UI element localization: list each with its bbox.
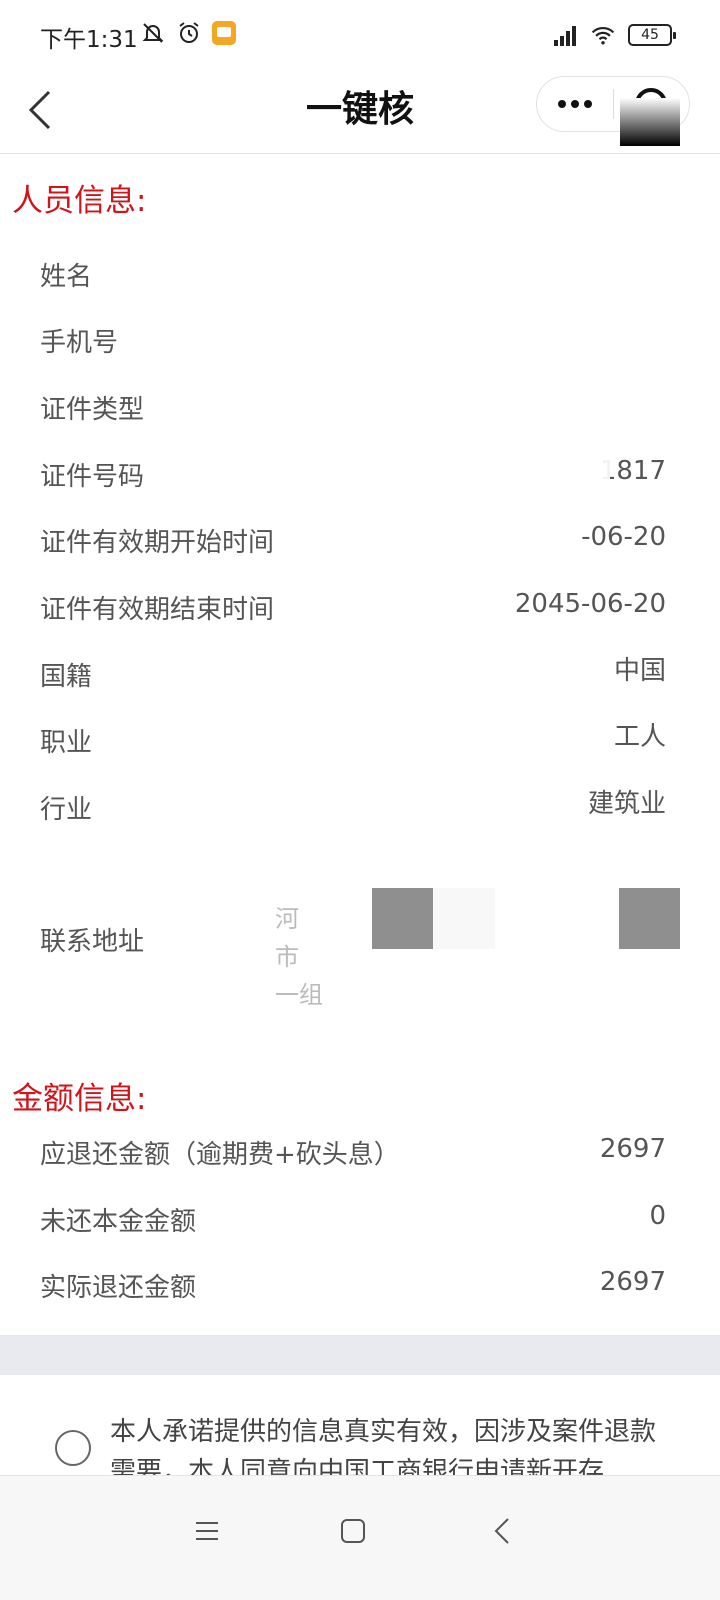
status-icons-left: [140, 20, 236, 46]
row-label: 行业: [40, 795, 93, 825]
row-label: 职业: [40, 728, 93, 758]
status-icons-right: 45: [552, 22, 676, 48]
row-label: 手机号: [40, 328, 119, 358]
info-row-name: 姓名: [40, 257, 666, 317]
redaction-mask: [433, 888, 495, 949]
wifi-icon: [591, 27, 615, 45]
bell-off-icon: [142, 23, 164, 43]
signal-icon: [554, 26, 576, 46]
redaction-mask: [490, 580, 510, 620]
status-time: 下午1:31: [40, 27, 138, 53]
address-line: 市: [275, 943, 299, 971]
info-row-industry: 行业 建筑业: [40, 789, 666, 850]
address-line: 河: [275, 905, 299, 933]
row-value: -06-20: [581, 522, 666, 552]
row-label: 证件有效期开始时间: [40, 528, 275, 558]
home-icon[interactable]: [328, 1506, 378, 1556]
back-nav-icon[interactable]: [477, 1506, 527, 1556]
row-label: 未还本金金额: [40, 1207, 197, 1237]
amount-section-title: 金额信息:: [12, 1081, 147, 1117]
person-section-title: 人员信息:: [12, 183, 147, 219]
system-nav-bar: [0, 1475, 720, 1600]
row-value: 2697: [599, 1134, 666, 1164]
info-row-phone: 手机号: [40, 323, 666, 383]
row-value: 建筑业: [587, 789, 666, 819]
info-row-address: 联系地址: [40, 922, 666, 982]
menu-icon[interactable]: [182, 1506, 232, 1556]
row-value: 2697: [599, 1267, 666, 1297]
amount-row-refund: 应退还金额（逾期费+砍头息） 2697: [40, 1134, 666, 1195]
more-icon[interactable]: [537, 77, 613, 131]
address-value: 河 市 一组: [275, 900, 323, 1014]
row-label: 姓名: [40, 262, 93, 292]
redaction-block: [372, 888, 433, 949]
info-row-id-type: 证件类型: [40, 390, 666, 450]
info-row-occupation: 职业 工人: [40, 722, 666, 783]
consent-radio[interactable]: [55, 1430, 91, 1466]
status-bar: 下午1:31 45: [0, 0, 720, 70]
row-label: 应退还金额（逾期费+砍头息）: [40, 1140, 400, 1170]
amount-row-actual: 实际退还金额 2697: [40, 1267, 666, 1328]
row-label: 证件类型: [40, 395, 145, 425]
row-value: 工人: [613, 722, 666, 752]
row-label: 证件号码: [40, 462, 145, 492]
info-row-id-start: 证件有效期开始时间 -06-20: [40, 522, 666, 583]
row-value: 中国: [613, 656, 666, 686]
row-value: 0: [649, 1201, 666, 1231]
battery-icon: 45: [628, 24, 676, 46]
consent-text: 本人承诺提供的信息真实有效，因涉及案件退款需要，本人同意向中国工商银行申请新开存: [110, 1417, 657, 1475]
row-value: 2045-06-20: [514, 589, 666, 619]
redaction-mask: [640, 820, 680, 830]
row-label: 证件有效期结束时间: [40, 595, 275, 625]
info-row-nationality: 国籍 中国: [40, 656, 666, 717]
nav-bar: 一键核: [0, 70, 720, 154]
address-line: 一组: [275, 981, 323, 1009]
redaction-mask: [540, 455, 610, 495]
redaction-block: [619, 888, 680, 949]
row-label: 国籍: [40, 662, 93, 692]
info-row-id-end: 证件有效期结束时间 2045-06-20: [40, 589, 666, 650]
row-label: 实际退还金额: [40, 1273, 197, 1303]
row-label: 联系地址: [40, 927, 145, 957]
notification-icon: [212, 21, 236, 45]
consent-block: 本人承诺提供的信息真实有效，因涉及案件退款需要，本人同意向中国工商银行申请新开存: [0, 1400, 720, 1475]
alarm-icon: [179, 22, 199, 43]
redaction-mask: [620, 98, 680, 146]
amount-row-principal: 未还本金金额 0: [40, 1201, 666, 1262]
section-divider: [0, 1335, 720, 1375]
